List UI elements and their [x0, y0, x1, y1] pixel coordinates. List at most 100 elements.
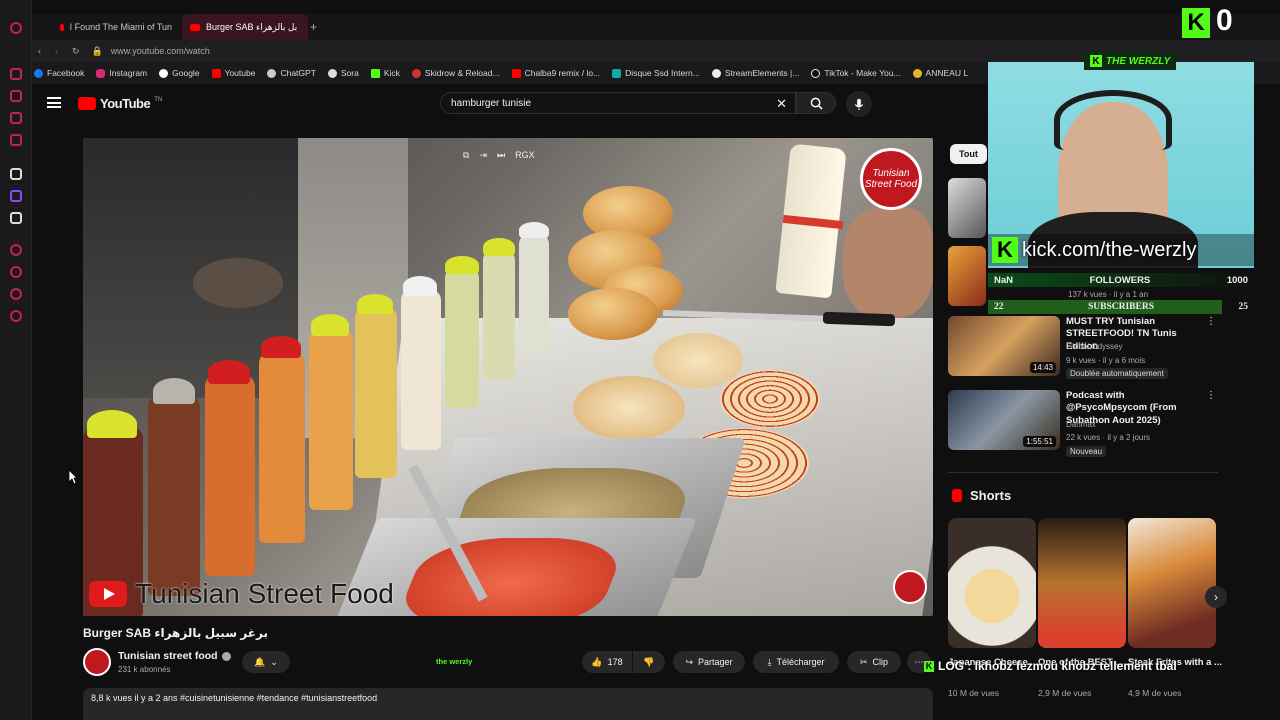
bottle-cap [357, 294, 393, 314]
twitch-sidebar-icon[interactable] [10, 190, 22, 202]
download-icon: ⤓ [767, 656, 772, 667]
description-box[interactable]: 8,8 k vues il y a 2 ans #cuisinetunisien… [83, 688, 933, 720]
download-button[interactable]: ⤓ Télécharger [753, 651, 839, 673]
bookmark-youtube[interactable]: Youtube [211, 68, 255, 78]
facebook-icon [34, 68, 43, 78]
bell-icon: 🔔 [254, 656, 266, 667]
bookmark-disque[interactable]: Disque Ssd Intern... [612, 68, 700, 78]
bookmark-facebook[interactable]: Facebook [34, 68, 84, 78]
player-top-controls: ⧉ ⇥ ⏭ RGX [463, 150, 535, 161]
exit-icon[interactable]: ⇥ [479, 150, 487, 161]
share-icon: ↪ [685, 656, 693, 667]
chatgpt-sidebar-icon[interactable] [10, 168, 22, 180]
youtube-icon [511, 68, 521, 78]
settings-icon[interactable] [10, 310, 22, 322]
youtube-icon [211, 68, 221, 78]
youtube-logo[interactable]: YouTube TN [78, 96, 162, 111]
short-thumbnail[interactable] [1038, 518, 1126, 648]
bookmark-tiktok[interactable]: TikTok - Make You... [811, 68, 901, 78]
bookmark-instagram[interactable]: Instagram [96, 68, 147, 78]
kick-logo-icon: K [992, 237, 1018, 263]
like-button[interactable]: 👍 178 [582, 651, 632, 673]
voice-search-button[interactable] [846, 91, 872, 117]
video-player[interactable]: ⧉ ⇥ ⏭ RGX [83, 138, 933, 616]
rgx-label[interactable]: RGX [515, 150, 535, 161]
sidebar-app-icon[interactable] [10, 288, 22, 300]
forward-icon[interactable]: › [55, 46, 58, 56]
verified-icon [221, 651, 231, 661]
anneau-icon [912, 68, 922, 78]
sauce-bottle [205, 376, 255, 576]
dislike-button[interactable]: 👎 [633, 651, 665, 673]
bookmark-kick[interactable]: Kick [370, 68, 400, 78]
channel-badge: Tunisian Street Food [860, 148, 922, 210]
recommendation-meta: 137 k vues · il y a 1 an [1068, 290, 1149, 299]
channel-avatar[interactable] [83, 648, 111, 676]
bookmark-google[interactable]: Google [159, 68, 200, 78]
headphones [1054, 90, 1172, 150]
new-tab-icon[interactable]: + [310, 20, 317, 34]
recommendation-item[interactable]: 1:55:51 Podcast with @PsycoMpsycom (From… [948, 390, 1218, 457]
hamburger-menu-icon[interactable] [47, 97, 61, 108]
bottle-cap [519, 222, 549, 238]
kick-url-banner: K kick.com/the-werzly [988, 234, 1254, 266]
shorts-next-button[interactable]: › [1205, 586, 1227, 608]
filter-chip-all[interactable]: Tout [950, 144, 987, 164]
bottle-cap [153, 378, 195, 404]
overlay-header: K THE WERZLY [1084, 52, 1177, 70]
more-vert-icon[interactable]: ⋮ [1206, 390, 1216, 401]
bookmark-chatgpt[interactable]: ChatGPT [267, 68, 316, 78]
search-input[interactable]: hamburger tunisie ✕ [440, 92, 796, 114]
x-sidebar-icon[interactable] [10, 212, 22, 224]
more-vert-icon[interactable]: ⋮ [1206, 316, 1216, 327]
channel-watermark-icon[interactable] [893, 570, 927, 604]
kick-logo-icon: K [1182, 8, 1210, 38]
scissors-icon: ✂ [859, 656, 868, 667]
back-icon[interactable]: ‹ [38, 46, 41, 56]
bookmark-streamelements[interactable]: StreamElements |... [711, 68, 799, 78]
bookmark-skidrow[interactable]: Skidrow & Reload... [411, 68, 500, 78]
recommendation-item[interactable]: 14:43 MUST TRY Tunisian STREETFOOD! TN T… [948, 316, 1218, 379]
divider [948, 472, 1218, 473]
recommendation-thumbnail[interactable] [948, 246, 986, 306]
skip-icon[interactable]: ⏭ [497, 150, 505, 161]
search-button[interactable] [796, 92, 836, 114]
bookmark-sora[interactable]: Sora [327, 68, 359, 78]
streamelements-icon [711, 68, 721, 78]
browser-tab[interactable]: I Found The Miami of Tun [52, 14, 172, 40]
url-field[interactable]: www.youtube.com/watch [111, 46, 210, 56]
sauce-bottle [401, 290, 441, 450]
miniplayer-icon[interactable]: ⧉ [463, 150, 469, 161]
short-thumbnail[interactable] [948, 518, 1036, 648]
sidebar-app-icon[interactable] [10, 134, 22, 146]
history-icon[interactable] [10, 266, 22, 278]
clip-button[interactable]: ✂ Clip [847, 651, 901, 673]
subscribed-bell-button[interactable]: 🔔 ⌄ [242, 651, 290, 673]
bottle-cap [403, 276, 437, 296]
clear-search-icon[interactable]: ✕ [776, 96, 787, 112]
short-thumbnail[interactable] [1128, 518, 1216, 648]
sauce-bottle [355, 308, 397, 478]
bookmark-anneau[interactable]: ANNEAU L [912, 68, 968, 78]
share-button[interactable]: ↪ Partager [673, 651, 745, 673]
reload-icon[interactable]: ↻ [72, 46, 80, 57]
sidebar-app-icon[interactable] [10, 244, 22, 256]
bookmark-chalba9[interactable]: Chalba9 remix / lo... [511, 68, 600, 78]
kick-icon [370, 68, 380, 78]
browser-tab-active[interactable]: Burger SAB بل بالزهراء [182, 14, 308, 40]
sidebar-app-icon[interactable] [10, 112, 22, 124]
tiktok-icon [811, 68, 821, 78]
sidebar-app-icon[interactable] [10, 68, 22, 80]
kick-icon: K [1090, 55, 1102, 67]
mouse-cursor-icon [69, 470, 77, 484]
tab-label: I Found The Miami of Tun [69, 22, 172, 32]
opera-logo-icon[interactable] [10, 22, 22, 34]
google-icon [159, 68, 169, 78]
more-icon: ⋯ [914, 656, 924, 667]
followers-goal-bar: NaN FOLLOWERS 1000 [988, 273, 1254, 287]
recommendation-thumbnail[interactable] [948, 178, 986, 238]
shorts-icon [952, 489, 962, 502]
channel-name[interactable]: Tunisian street food [118, 650, 231, 662]
sidebar-app-icon[interactable] [10, 90, 22, 102]
disk-icon [612, 68, 622, 78]
